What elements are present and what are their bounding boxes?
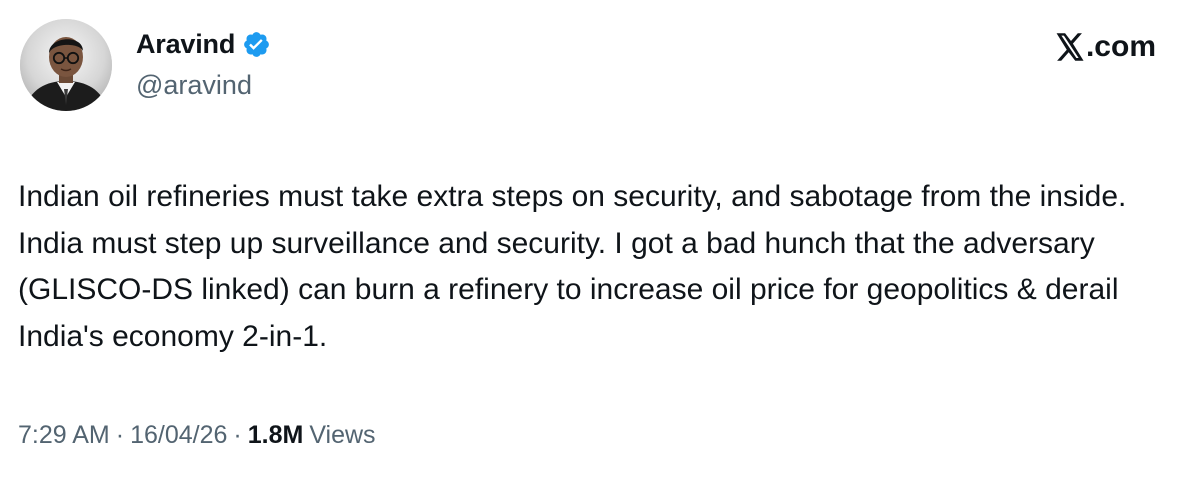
tweet-meta: 7:29 AM · 16/04/26 · 1.8M Views [18,418,376,452]
author-name-row: Aravind [136,26,271,62]
avatar-portrait [20,19,112,111]
views-count[interactable]: 1.8M [248,418,304,452]
author-handle[interactable]: @aravind [136,68,252,102]
author-avatar[interactable] [20,19,112,111]
tweet-text: Indian oil refineries must take extra st… [18,180,1127,353]
brand-domain-text: .com [1085,30,1156,63]
x-logo-icon [1055,33,1085,61]
verified-badge-icon [242,30,271,59]
tweet-card: Aravind @aravind .com Indian oil refiner… [0,0,1200,480]
meta-separator: · [233,421,242,449]
tweet-time[interactable]: 7:29 AM [18,418,110,452]
author-display-name[interactable]: Aravind [136,26,235,62]
tweet-date[interactable]: 16/04/26 [130,418,227,452]
brand-mark: .com [1055,27,1156,67]
meta-separator: · [115,421,125,449]
views-label: Views [309,421,376,449]
